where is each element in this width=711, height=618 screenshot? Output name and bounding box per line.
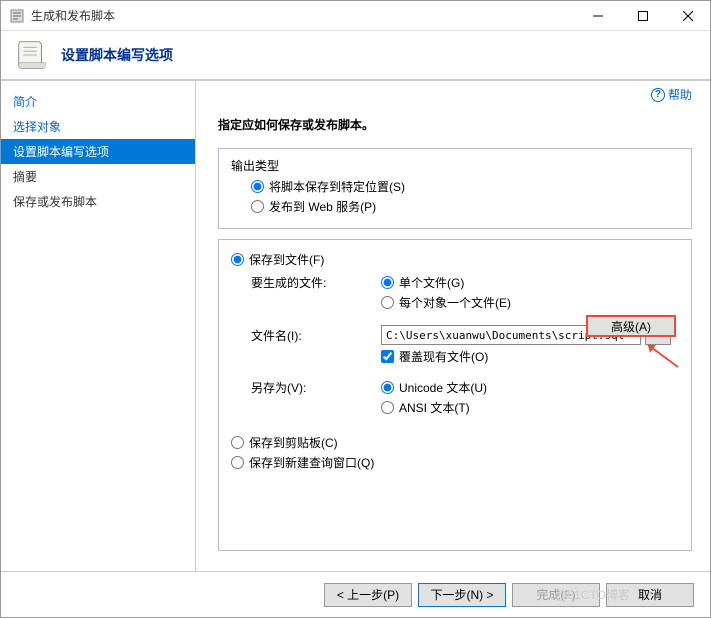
wizard-footer: < 上一步(P) 下一步(N) > 完成(F) 取消 [1, 571, 710, 617]
app-icon [9, 8, 25, 24]
radio-new-query-input[interactable] [231, 456, 244, 469]
sidebar: 简介 选择对象 设置脚本编写选项 摘要 保存或发布脚本 [1, 81, 196, 571]
wizard-header: 设置脚本编写选项 [1, 31, 710, 81]
radio-single-file[interactable]: 单个文件(G) [381, 274, 464, 291]
radio-unicode[interactable]: Unicode 文本(U) [381, 379, 487, 396]
sidebar-item-set-scripting-options[interactable]: 设置脚本编写选项 [1, 139, 195, 164]
cancel-button[interactable]: 取消 [606, 583, 694, 607]
annotation-arrow-icon [640, 339, 680, 369]
titlebar: 生成和发布脚本 [1, 1, 710, 31]
radio-save-location-input[interactable] [251, 180, 264, 193]
finish-button: 完成(F) [512, 583, 600, 607]
minimize-button[interactable] [575, 1, 620, 30]
sidebar-item-choose-objects[interactable]: 选择对象 [1, 114, 195, 139]
radio-clipboard-input[interactable] [231, 436, 244, 449]
sidebar-item-summary[interactable]: 摘要 [1, 164, 195, 189]
advanced-button[interactable]: 高级(A) [586, 315, 676, 337]
window-controls [575, 1, 710, 30]
content-pane: ? 帮助 指定应如何保存或发布脚本。 输出类型 将脚本保存到特定位置(S) 发布… [196, 81, 710, 571]
help-label: 帮助 [668, 86, 692, 103]
filename-label: 文件名(I): [251, 327, 381, 344]
sidebar-item-save-publish[interactable]: 保存或发布脚本 [1, 189, 195, 214]
radio-ansi[interactable]: ANSI 文本(T) [381, 399, 470, 416]
radio-single-file-input[interactable] [381, 276, 394, 289]
output-type-group: 输出类型 将脚本保存到特定位置(S) 发布到 Web 服务(P) [218, 148, 692, 229]
overwrite-checkbox-input[interactable] [381, 350, 394, 363]
radio-unicode-input[interactable] [381, 381, 394, 394]
maximize-button[interactable] [620, 1, 665, 30]
next-button[interactable]: 下一步(N) > [418, 583, 506, 607]
close-button[interactable] [665, 1, 710, 30]
help-link[interactable]: ? 帮助 [651, 86, 692, 103]
script-icon [13, 36, 51, 74]
page-title: 设置脚本编写选项 [61, 45, 173, 65]
wizard-window: 生成和发布脚本 设置脚本编写选项 简介 选择对象 设置脚本编写选项 摘要 保存或… [0, 0, 711, 618]
radio-save-to-file-input[interactable] [231, 253, 244, 266]
instruction-text: 指定应如何保存或发布脚本。 [218, 116, 692, 133]
sidebar-item-intro[interactable]: 简介 [1, 89, 195, 114]
save-options-group: 保存到文件(F) 要生成的文件: 单个文件(G) 每个对象一个文件(E) [218, 239, 692, 551]
radio-ansi-input[interactable] [381, 401, 394, 414]
radio-per-object-input[interactable] [381, 296, 394, 309]
radio-per-object[interactable]: 每个对象一个文件(E) [381, 294, 511, 311]
radio-clipboard[interactable]: 保存到剪贴板(C) [231, 434, 338, 451]
save-as-label: 另存为(V): [251, 379, 381, 396]
output-type-label: 输出类型 [231, 157, 679, 174]
overwrite-checkbox[interactable]: 覆盖现有文件(O) [381, 348, 488, 365]
radio-new-query[interactable]: 保存到新建查询窗口(Q) [231, 454, 374, 471]
wizard-body: 简介 选择对象 设置脚本编写选项 摘要 保存或发布脚本 ? 帮助 指定应如何保存… [1, 81, 710, 571]
prev-button[interactable]: < 上一步(P) [324, 583, 412, 607]
window-title: 生成和发布脚本 [31, 7, 575, 24]
radio-publish-web[interactable]: 发布到 Web 服务(P) [251, 198, 376, 215]
files-to-generate-label: 要生成的文件: [251, 274, 381, 291]
radio-save-to-file[interactable]: 保存到文件(F) [231, 251, 324, 268]
radio-save-location[interactable]: 将脚本保存到特定位置(S) [251, 178, 405, 195]
help-icon: ? [651, 88, 665, 102]
radio-publish-web-input[interactable] [251, 200, 264, 213]
